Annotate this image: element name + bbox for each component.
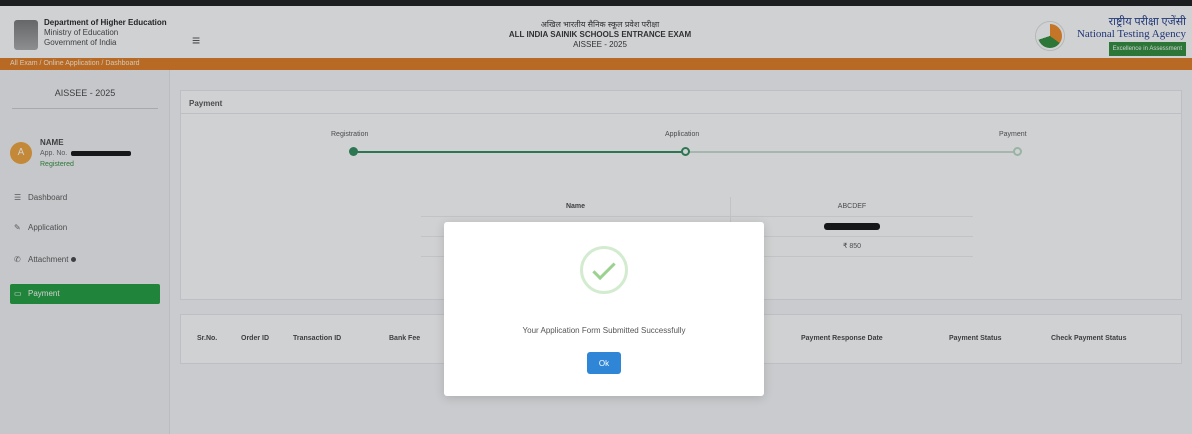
ok-button[interactable]: Ok [587, 352, 621, 374]
dialog-message: Your Application Form Submitted Successf… [522, 326, 686, 335]
success-dialog: Your Application Form Submitted Successf… [444, 222, 764, 396]
checkmark-icon [592, 256, 616, 281]
success-check-icon [580, 246, 628, 294]
